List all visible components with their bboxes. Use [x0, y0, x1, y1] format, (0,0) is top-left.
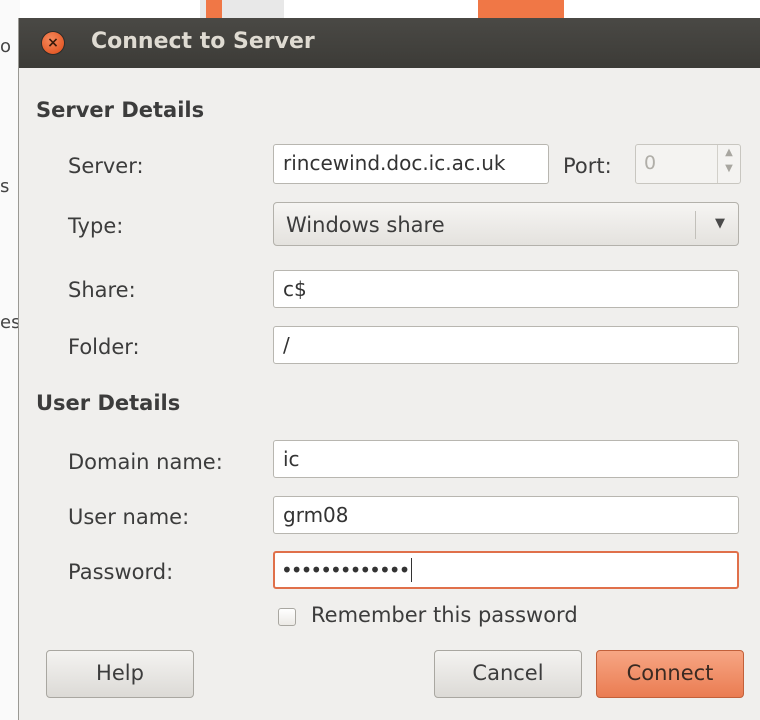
user-name-label: User name: — [68, 505, 190, 529]
port-spinner[interactable]: 0 ▲ ▼ — [635, 144, 741, 184]
type-value: Windows share — [286, 213, 445, 237]
close-icon[interactable]: × — [42, 32, 64, 54]
password-mask: ••••••••••••• — [281, 558, 410, 582]
desktop-background — [0, 0, 20, 720]
port-label: Port: — [563, 154, 612, 178]
password-label: Password: — [68, 560, 174, 584]
port-value: 0 — [644, 152, 657, 174]
remember-password-checkbox[interactable] — [278, 608, 296, 626]
share-field[interactable]: c$ — [273, 270, 739, 308]
server-details-heading: Server Details — [36, 98, 205, 122]
folder-label: Folder: — [68, 335, 140, 359]
share-label: Share: — [68, 278, 136, 302]
desktop-icon-fragment — [478, 0, 564, 18]
help-button[interactable]: Help — [46, 650, 194, 698]
type-label: Type: — [68, 214, 124, 238]
cancel-button[interactable]: Cancel — [434, 650, 582, 698]
user-details-heading: User Details — [36, 391, 181, 415]
spin-down-icon[interactable]: ▼ — [718, 161, 740, 177]
chevron-down-icon: ▼ — [715, 216, 725, 231]
type-select[interactable]: Windows share ▼ — [273, 202, 739, 246]
folder-field[interactable]: / — [273, 326, 739, 364]
server-field[interactable]: rincewind.doc.ic.ac.uk — [273, 144, 549, 184]
connect-to-server-dialog: × Connect to Server Server Details Serve… — [18, 18, 760, 720]
domain-label: Domain name: — [68, 450, 223, 474]
desktop-icon-fragment — [206, 0, 222, 18]
user-name-field[interactable]: grm08 — [273, 496, 739, 534]
remember-password-label[interactable]: Remember this password — [311, 603, 578, 627]
combo-separator — [695, 211, 696, 239]
password-field[interactable]: ••••••••••••• — [273, 551, 739, 589]
connect-button[interactable]: Connect — [596, 650, 744, 698]
domain-field[interactable]: ic — [273, 440, 739, 478]
desktop-text-fragment: o — [0, 36, 12, 57]
window-title: Connect to Server — [91, 29, 315, 54]
port-spin-buttons[interactable]: ▲ ▼ — [717, 145, 740, 183]
text-cursor — [411, 558, 413, 582]
desktop-text-fragment: s — [0, 176, 10, 197]
spin-up-icon[interactable]: ▲ — [718, 145, 740, 161]
title-bar: × Connect to Server — [19, 18, 760, 68]
server-label: Server: — [68, 154, 144, 178]
